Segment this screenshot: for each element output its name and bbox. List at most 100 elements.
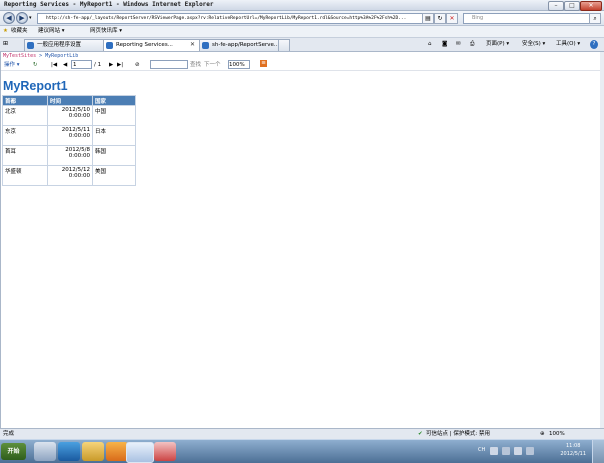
suggested-sites-link[interactable]: 建议网站 ▾ bbox=[38, 27, 65, 36]
export-icon[interactable]: ≡ bbox=[260, 60, 267, 67]
table-header-row: 首都 时间 国家 bbox=[2, 95, 136, 106]
find-next-link[interactable]: 下一个 bbox=[204, 61, 221, 69]
status-bar: 完成 ✔ 可信站点 | 保护模式: 禁用 ⊕ 100% bbox=[0, 428, 604, 439]
compat-view-icon[interactable]: ▤ bbox=[422, 13, 434, 24]
cell-country: 韩国 bbox=[92, 145, 136, 166]
forward-button[interactable]: ▶ bbox=[16, 12, 28, 24]
tab-reporting-services[interactable]: Reporting Services... bbox=[103, 39, 201, 51]
close-tab-icon[interactable]: ✕ bbox=[190, 41, 195, 48]
help-icon[interactable]: ? bbox=[590, 40, 598, 49]
tray-icon[interactable] bbox=[502, 447, 510, 455]
page-icon bbox=[202, 42, 209, 49]
report-viewer-toolbar: 操作 ▾ ↻ |◀ ◀ 1 / 1 ▶ ▶| ⊘ 查找 下一个 100% ≡ bbox=[1, 60, 601, 71]
print-icon[interactable]: ⎙ bbox=[470, 40, 474, 49]
first-page-icon[interactable]: |◀ bbox=[51, 61, 57, 69]
address-bar: ◀ ▶ ▾ http://sh-fe-app/_layouts/ReportSe… bbox=[0, 11, 604, 26]
search-input[interactable]: Bing bbox=[463, 13, 593, 24]
cell-capital: 华盛顿 bbox=[2, 165, 48, 186]
refresh-icon[interactable]: ↻ bbox=[434, 13, 446, 24]
server-manager-icon[interactable] bbox=[34, 442, 56, 461]
header-capital: 首都 bbox=[2, 95, 48, 106]
clock-time: 11:08 bbox=[565, 443, 581, 449]
recent-pages-icon[interactable]: ▾ bbox=[29, 15, 32, 21]
mail-icon[interactable]: ✉ bbox=[456, 40, 461, 49]
volume-icon[interactable] bbox=[526, 447, 534, 455]
ie-taskbar-icon[interactable] bbox=[126, 442, 154, 463]
page-icon bbox=[106, 42, 113, 49]
start-button[interactable]: 开始 bbox=[1, 443, 26, 460]
feeds-icon[interactable]: ◙ bbox=[442, 40, 447, 49]
refresh-report-icon[interactable]: ↻ bbox=[33, 61, 38, 69]
search-icon[interactable]: ⌕ bbox=[589, 13, 601, 24]
zone-text[interactable]: 可信站点 | 保护模式: 禁用 bbox=[426, 430, 490, 439]
language-indicator[interactable]: CH bbox=[478, 447, 485, 453]
stop-icon[interactable]: ✕ bbox=[446, 13, 458, 24]
page-number-input[interactable]: 1 bbox=[71, 60, 92, 69]
cell-capital: 首耳 bbox=[2, 145, 48, 166]
explorer-icon[interactable] bbox=[82, 442, 104, 461]
close-button[interactable]: ✕ bbox=[580, 1, 602, 11]
status-text: 完成 bbox=[3, 431, 15, 437]
next-page-icon[interactable]: ▶ bbox=[109, 61, 113, 69]
header-country: 国家 bbox=[92, 95, 136, 106]
cell-time: 2012/5/10 0:00:00 bbox=[47, 105, 93, 126]
cell-time: 2012/5/12 0:00:00 bbox=[47, 165, 93, 186]
maximize-button[interactable]: □ bbox=[564, 1, 580, 11]
breadcrumb: MyTestSites > MyReportLib bbox=[3, 53, 79, 59]
cell-country: 美国 bbox=[92, 165, 136, 186]
taskbar: 开始 CH 11:08 2012/5/11 bbox=[0, 439, 604, 463]
favorites-star-icon: ★ bbox=[3, 28, 8, 34]
table-row: 华盛顿 2012/5/12 0:00:00 美国 bbox=[2, 165, 136, 186]
prev-page-icon[interactable]: ◀ bbox=[63, 61, 67, 69]
report-title: MyReport1 bbox=[3, 79, 68, 93]
sql-icon[interactable] bbox=[154, 442, 176, 461]
powershell-icon[interactable] bbox=[58, 442, 80, 461]
page-icon bbox=[27, 42, 34, 49]
vertical-scrollbar[interactable] bbox=[600, 52, 604, 428]
table-row: 东京 2012/5/11 0:00:00 日本 bbox=[2, 125, 136, 146]
title-bar: Reporting Services - MyReport1 - Windows… bbox=[0, 0, 604, 11]
last-page-icon[interactable]: ▶| bbox=[117, 61, 123, 69]
cell-capital: 北京 bbox=[2, 105, 48, 126]
tools-icon[interactable] bbox=[106, 442, 128, 461]
ie-window: Reporting Services - MyReport1 - Windows… bbox=[0, 0, 604, 439]
find-link[interactable]: 查找 bbox=[190, 61, 201, 69]
report-table: 首都 时间 国家 北京 2012/5/10 0:00:00 中国 东京 2012… bbox=[2, 95, 136, 186]
new-tab-button[interactable] bbox=[278, 39, 290, 51]
page-count: / 1 bbox=[94, 62, 102, 68]
status-zoom[interactable]: 100% bbox=[549, 430, 565, 439]
breadcrumb-lib-link[interactable]: MyReportLib bbox=[45, 53, 78, 59]
header-time: 时间 bbox=[47, 95, 93, 106]
home-icon[interactable]: ⌂ bbox=[428, 40, 432, 49]
safety-menu[interactable]: 安全(S) ▾ bbox=[522, 40, 545, 49]
tab-bar: ⊞ 一般应用程序设置 Reporting Services... ✕ sh-fe… bbox=[0, 38, 604, 52]
tab-app-settings[interactable]: 一般应用程序设置 bbox=[24, 39, 114, 51]
back-button[interactable]: ◀ bbox=[3, 12, 15, 24]
url-input[interactable]: http://sh-fe-app/_layouts/ReportServer/R… bbox=[37, 13, 428, 24]
minimize-button[interactable]: – bbox=[548, 1, 564, 11]
table-row: 首耳 2012/5/8 0:00:00 韩国 bbox=[2, 145, 136, 166]
zoom-select[interactable]: 100% bbox=[228, 60, 250, 69]
tab-report-server[interactable]: sh-fe-app/ReportServe... bbox=[199, 39, 289, 51]
web-slice-gallery-link[interactable]: 网页快讯库 ▾ bbox=[90, 27, 122, 36]
breadcrumb-site-link[interactable]: MyTestSites bbox=[3, 53, 36, 59]
cell-capital: 东京 bbox=[2, 125, 48, 146]
back-to-parent-icon[interactable]: ⊘ bbox=[135, 61, 140, 69]
actions-menu[interactable]: 操作 ▾ bbox=[4, 61, 20, 69]
clock-date: 2012/5/11 bbox=[560, 451, 586, 457]
tray-icon[interactable] bbox=[490, 447, 498, 455]
trusted-zone-icon: ✔ bbox=[418, 431, 423, 437]
show-desktop-button[interactable] bbox=[592, 440, 604, 463]
page-menu[interactable]: 页面(P) ▾ bbox=[486, 40, 509, 49]
tools-menu[interactable]: 工具(O) ▾ bbox=[556, 40, 580, 49]
cell-time: 2012/5/11 0:00:00 bbox=[47, 125, 93, 146]
favorites-button[interactable]: 收藏夹 bbox=[11, 27, 28, 36]
window-title: Reporting Services - MyReport1 - Windows… bbox=[4, 1, 214, 8]
clock[interactable]: 11:08 2012/5/11 bbox=[560, 442, 586, 458]
cell-country: 中国 bbox=[92, 105, 136, 126]
favorites-bar: ★ 收藏夹 建议网站 ▾ 网页快讯库 ▾ bbox=[0, 26, 604, 38]
network-icon[interactable] bbox=[514, 447, 522, 455]
find-input[interactable] bbox=[150, 60, 188, 69]
zoom-icon: ⊕ bbox=[540, 431, 545, 437]
quick-tabs-icon[interactable]: ⊞ bbox=[3, 40, 8, 47]
